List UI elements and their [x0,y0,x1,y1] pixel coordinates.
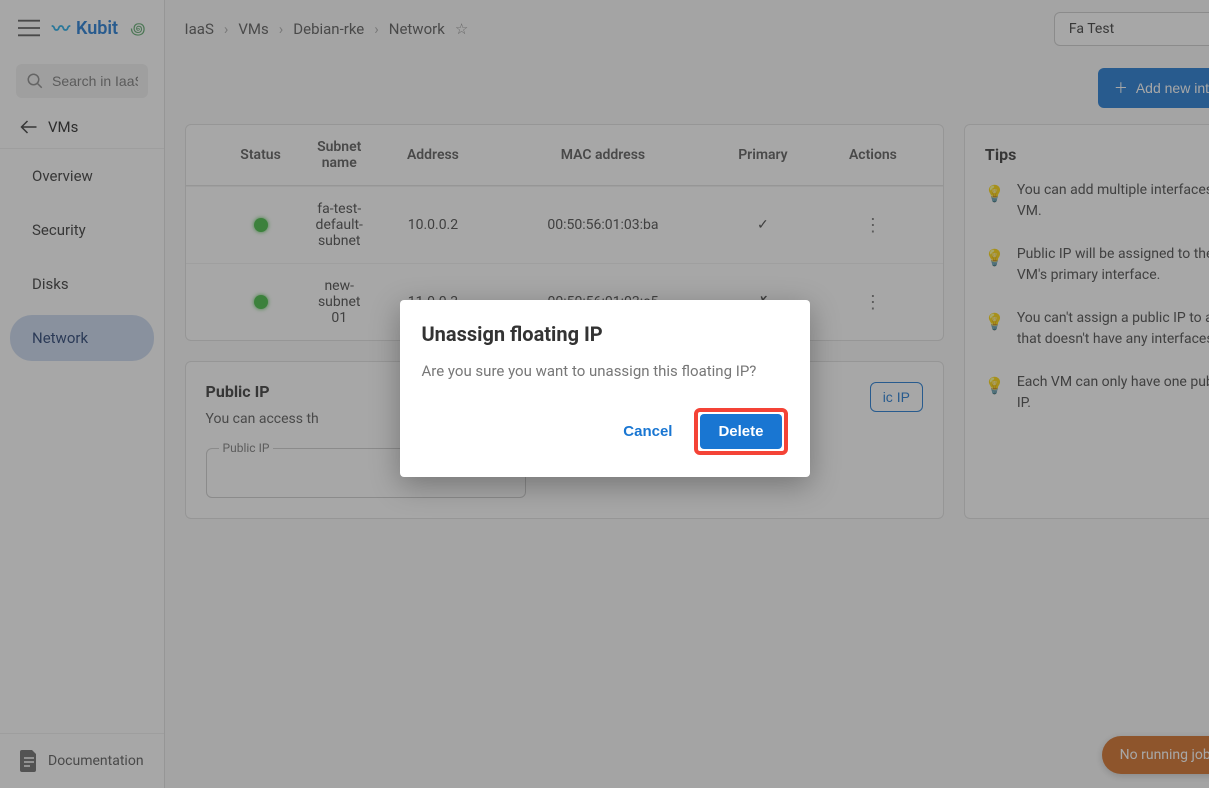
cancel-button[interactable]: Cancel [615,413,680,450]
delete-button[interactable]: Delete [700,414,781,449]
modal-title: Unassign floating IP [422,322,788,346]
unassign-ip-modal: Unassign floating IP Are you sure you wa… [400,300,810,477]
modal-text: Are you sure you want to unassign this f… [422,362,788,380]
delete-button-highlight: Delete [694,408,787,455]
modal-overlay[interactable]: Unassign floating IP Are you sure you wa… [0,0,1209,788]
